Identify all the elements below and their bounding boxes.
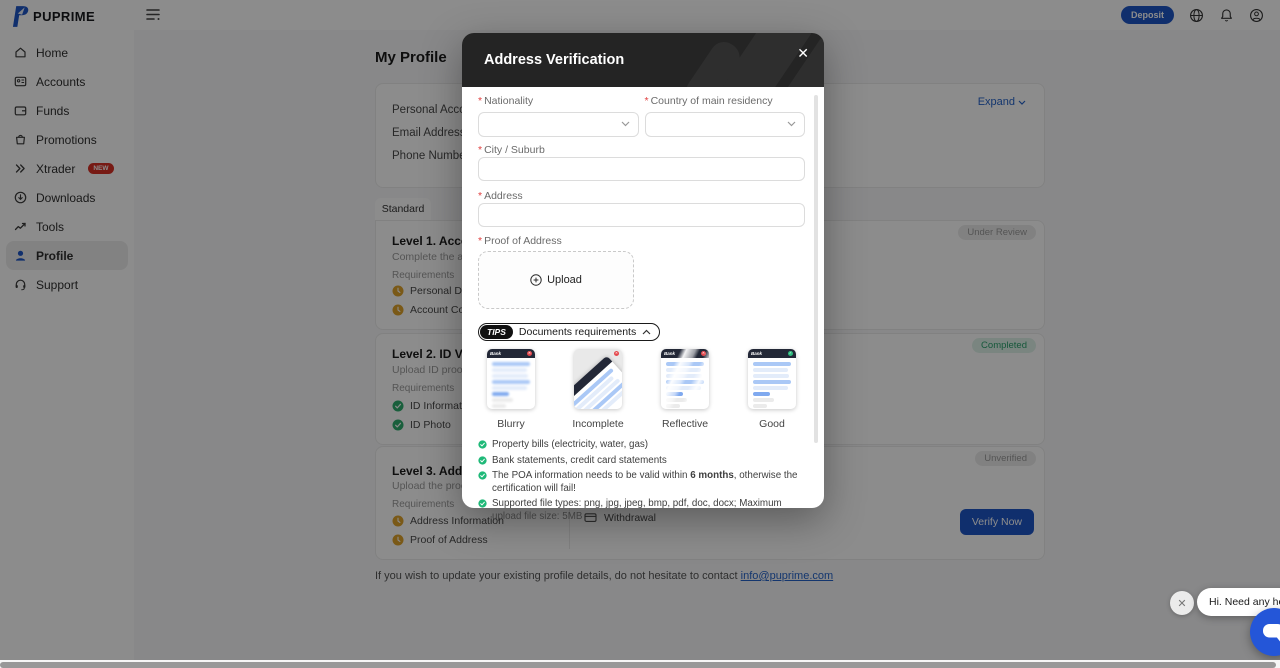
tip-item: Bank statements, credit card statements: [478, 455, 808, 467]
check-bullet-icon: [478, 456, 487, 465]
check-bullet-icon: [478, 471, 487, 480]
document-examples: Bank✕ Blurry Bank ✕ Incomplete Bank✕: [478, 349, 805, 430]
upload-plus-icon: [530, 274, 542, 286]
city-label: *City / Suburb: [478, 144, 545, 156]
country-select[interactable]: [645, 112, 806, 137]
chevron-up-icon: [642, 329, 651, 335]
address-input[interactable]: [478, 203, 805, 227]
example-reflective: Bank✕ Reflective: [654, 349, 716, 430]
example-caption: Reflective: [662, 418, 708, 430]
reject-dot-icon: ✕: [527, 351, 532, 356]
chat-bubble-icon: [1262, 622, 1280, 643]
upload-dropzone[interactable]: Upload: [478, 251, 634, 309]
example-caption: Incomplete: [572, 418, 623, 430]
chevron-down-icon: [621, 121, 630, 127]
example-good: Bank✓ Good: [741, 349, 803, 430]
blurry-doc-thumbnail: Bank✕: [487, 349, 535, 409]
horizontal-scrollbar[interactable]: [0, 660, 1280, 668]
tips-toggle[interactable]: TIPS Documents requirements: [478, 323, 660, 341]
check-bullet-icon: [478, 440, 487, 449]
tip-item: Supported file types: png, jpg, jpeg, bm…: [478, 498, 808, 522]
nationality-select[interactable]: [478, 112, 639, 137]
modal-scrollbar[interactable]: [814, 95, 818, 443]
reject-dot-icon: ✕: [614, 351, 619, 356]
country-label: *Country of main residency: [645, 95, 806, 107]
reflective-doc-thumbnail: Bank✕: [661, 349, 709, 409]
close-icon[interactable]: ✕: [797, 46, 809, 60]
approve-dot-icon: ✓: [788, 351, 793, 356]
tips-bullet-list: Property bills (electricity, water, gas)…: [478, 439, 808, 523]
nationality-label: *Nationality: [478, 95, 639, 107]
example-blurry: Bank✕ Blurry: [480, 349, 542, 430]
tips-badge: TIPS: [480, 325, 513, 339]
check-bullet-icon: [478, 499, 487, 508]
scrollbar-thumb[interactable]: [0, 662, 1276, 668]
modal-body: *Nationality *Country of main residency …: [462, 87, 824, 508]
chevron-down-icon: [787, 121, 796, 127]
tip-item: Property bills (electricity, water, gas): [478, 439, 808, 451]
proof-of-address-label: *Proof of Address: [478, 235, 562, 247]
example-caption: Blurry: [497, 418, 524, 430]
tip-item: The POA information needs to be valid wi…: [478, 470, 808, 494]
city-input[interactable]: [478, 157, 805, 181]
example-caption: Good: [759, 418, 785, 430]
good-doc-thumbnail: Bank✓: [748, 349, 796, 409]
upload-label: Upload: [547, 274, 582, 286]
incomplete-doc-thumbnail: Bank ✕: [574, 349, 622, 409]
modal-title: Address Verification: [484, 52, 624, 68]
glare-effect: [661, 349, 709, 409]
address-label: *Address: [478, 190, 523, 202]
tips-label: Documents requirements: [519, 326, 636, 338]
chat-dismiss-button[interactable]: ✕: [1170, 591, 1194, 615]
example-incomplete: Bank ✕ Incomplete: [567, 349, 629, 430]
modal-header: Address Verification ✕: [462, 33, 824, 87]
address-verification-modal: Address Verification ✕ *Nationality *Cou…: [462, 33, 824, 508]
